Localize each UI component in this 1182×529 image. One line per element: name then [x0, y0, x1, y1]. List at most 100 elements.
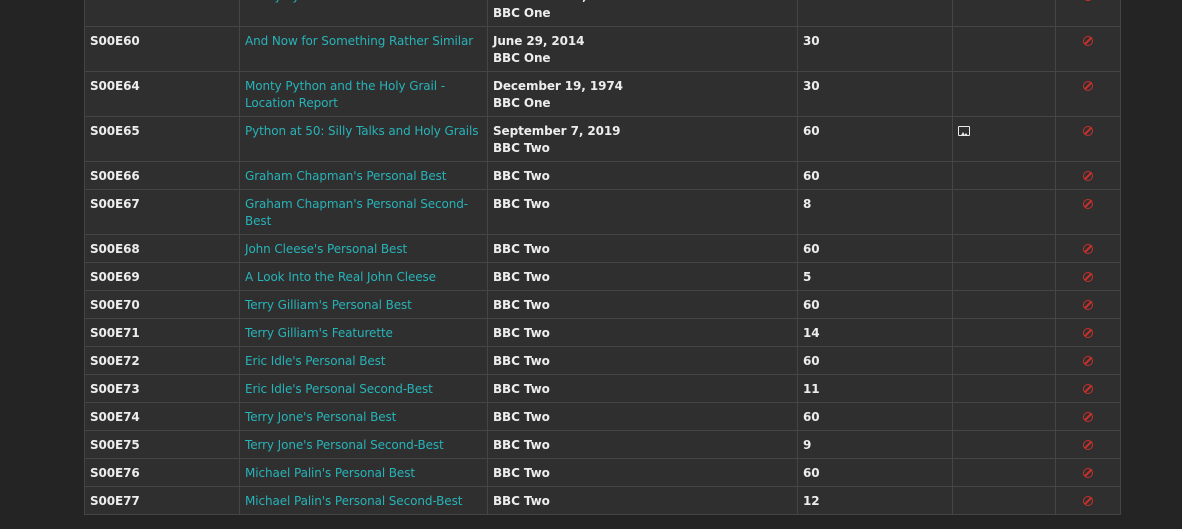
airdate-cell: BBC Two [487, 346, 798, 375]
status-cell [1055, 346, 1121, 375]
table-row: S00E76 Michael Palin's Personal Best BBC T… [84, 458, 1121, 487]
ban-icon[interactable] [1083, 300, 1093, 310]
episode-number: S00E60 [84, 26, 240, 72]
runtime-cell: 30 [797, 0, 953, 27]
air-date: September 7, 2019 [493, 124, 621, 138]
table-row: S00E59 Monty Python's Personal Best Novemb… [84, 0, 1121, 27]
airdate-cell: September 7, 2019 BBC Two [487, 116, 798, 162]
ban-icon[interactable] [1083, 412, 1093, 422]
status-cell [1055, 486, 1121, 515]
airdate-cell: December 19, 1974 BBC One [487, 71, 798, 117]
network: BBC Two [493, 169, 550, 183]
episode-title-cell: A Look Into the Real John Cleese [239, 262, 488, 291]
status-cell [1055, 402, 1121, 431]
media-cell [952, 402, 1056, 431]
table-row: S00E71 Terry Gilliam's Featurette BBC Two 1… [84, 318, 1121, 347]
episode-title-cell: Michael Palin's Personal Best [239, 458, 488, 487]
media-cell [952, 458, 1056, 487]
runtime-cell: 60 [797, 116, 953, 162]
table-row: S00E65 Python at 50: Silly Talks and Holy… [84, 116, 1121, 162]
episode-number: S00E76 [84, 458, 240, 487]
runtime-cell: 60 [797, 290, 953, 319]
image-icon[interactable] [958, 126, 970, 136]
runtime-cell: 12 [797, 486, 953, 515]
ban-icon[interactable] [1083, 468, 1093, 478]
episode-number: S00E64 [84, 71, 240, 117]
episode-title-link[interactable]: Python at 50: Silly Talks and Holy Grail… [245, 124, 479, 138]
ban-icon[interactable] [1083, 440, 1093, 450]
airdate-cell: BBC Two [487, 486, 798, 515]
episode-table-container: S00E59 Monty Python's Personal Best Novemb… [84, 0, 1121, 515]
media-cell [952, 234, 1056, 263]
episode-number: S00E68 [84, 234, 240, 263]
airdate-cell: BBC Two [487, 189, 798, 235]
status-cell [1055, 26, 1121, 72]
ban-icon[interactable] [1083, 0, 1093, 1]
episode-number: S00E67 [84, 189, 240, 235]
episode-title-link[interactable]: Terry Jone's Personal Best [245, 410, 396, 424]
episode-number: S00E74 [84, 402, 240, 431]
media-cell [952, 262, 1056, 291]
media-cell [952, 26, 1056, 72]
airdate-cell: November 12, 2009BBC One [487, 0, 798, 27]
media-cell [952, 290, 1056, 319]
episode-title-link[interactable]: Terry Gilliam's Personal Best [245, 298, 412, 312]
episode-title-link[interactable]: Monty Python's Personal Best [245, 0, 420, 3]
ban-icon[interactable] [1083, 81, 1093, 91]
table-row: S00E68 John Cleese's Personal Best BBC Two… [84, 234, 1121, 263]
status-cell [1055, 116, 1121, 162]
media-cell [952, 0, 1056, 27]
ban-icon[interactable] [1083, 496, 1093, 506]
runtime-cell: 60 [797, 346, 953, 375]
episode-title-link[interactable]: Eric Idle's Personal Best [245, 354, 386, 368]
episode-title-link[interactable]: Graham Chapman's Personal Second-Best [245, 197, 468, 228]
episode-title-link[interactable]: Graham Chapman's Personal Best [245, 169, 447, 183]
episode-table: S00E59 Monty Python's Personal Best Novemb… [84, 0, 1121, 515]
episode-title-link[interactable]: Terry Jone's Personal Second-Best [245, 438, 444, 452]
media-cell [952, 161, 1056, 190]
airdate-cell: BBC Two [487, 402, 798, 431]
ban-icon[interactable] [1083, 244, 1093, 254]
airdate-cell: BBC Two [487, 161, 798, 190]
episode-title-link[interactable]: John Cleese's Personal Best [245, 242, 407, 256]
media-cell [952, 318, 1056, 347]
episode-title-link[interactable]: Eric Idle's Personal Second-Best [245, 382, 433, 396]
episode-title-link[interactable]: Michael Palin's Personal Second-Best [245, 494, 462, 508]
network: BBC Two [493, 410, 550, 424]
ban-icon[interactable] [1083, 272, 1093, 282]
episode-title-link[interactable]: Monty Python and the Holy Grail - Locati… [245, 79, 445, 110]
network: BBC Two [493, 354, 550, 368]
episode-title-cell: And Now for Something Rather Similar [239, 26, 488, 72]
ban-icon[interactable] [1083, 126, 1093, 136]
network: BBC Two [493, 298, 550, 312]
airdate-cell: BBC Two [487, 374, 798, 403]
ban-icon[interactable] [1083, 199, 1093, 209]
episode-title-cell: Graham Chapman's Personal Second-Best [239, 189, 488, 235]
episode-title-link[interactable]: Michael Palin's Personal Best [245, 466, 415, 480]
media-cell [952, 189, 1056, 235]
airdate-cell: BBC Two [487, 262, 798, 291]
airdate-cell: BBC Two [487, 458, 798, 487]
episode-title-link[interactable]: And Now for Something Rather Similar [245, 34, 473, 48]
episode-title-cell: Terry Gilliam's Featurette [239, 318, 488, 347]
episode-number: S00E77 [84, 486, 240, 515]
status-cell [1055, 161, 1121, 190]
table-row: S00E60 And Now for Something Rather Simil… [84, 26, 1121, 72]
episode-number: S00E75 [84, 430, 240, 459]
episode-title-link[interactable]: Terry Gilliam's Featurette [245, 326, 393, 340]
episode-title-link[interactable]: A Look Into the Real John Cleese [245, 270, 436, 284]
table-row: S00E69 A Look Into the Real John Cleese BB… [84, 262, 1121, 291]
network: BBC Two [493, 438, 550, 452]
ban-icon[interactable] [1083, 356, 1093, 366]
table-row: S00E77 Michael Palin's Personal Second-Be… [84, 486, 1121, 515]
media-cell [952, 346, 1056, 375]
ban-icon[interactable] [1083, 384, 1093, 394]
ban-icon[interactable] [1083, 328, 1093, 338]
ban-icon[interactable] [1083, 36, 1093, 46]
status-cell [1055, 430, 1121, 459]
air-date: December 19, 1974 [493, 79, 623, 93]
episode-number: S00E72 [84, 346, 240, 375]
table-row: S00E74 Terry Jone's Personal Best BBC Two 6… [84, 402, 1121, 431]
ban-icon[interactable] [1083, 171, 1093, 181]
episode-number: S00E59 [84, 0, 240, 27]
